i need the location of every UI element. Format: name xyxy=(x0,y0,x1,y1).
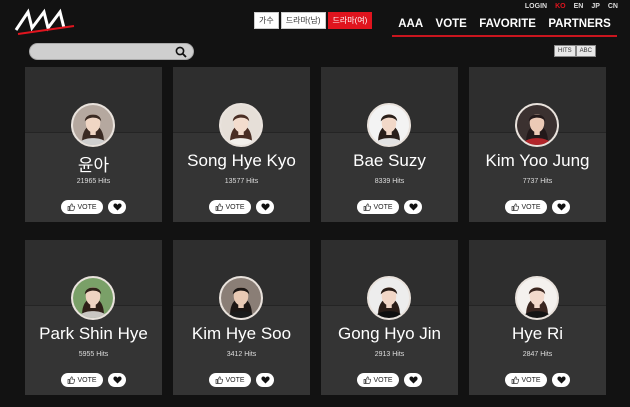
celebrity-name[interactable]: Bae Suzy xyxy=(321,151,458,171)
avatar[interactable] xyxy=(219,103,263,147)
hits-count: 21965 Hits xyxy=(76,178,111,185)
celebrity-name[interactable]: Hye Ri xyxy=(469,324,606,344)
hits-count: 3412 Hits xyxy=(226,351,257,358)
heart-icon xyxy=(556,376,566,384)
vote-button[interactable]: VOTE xyxy=(61,200,103,214)
aaa-logo-icon xyxy=(14,8,75,35)
celebrity-name[interactable]: Gong Hyo Jin xyxy=(321,324,458,344)
nav-aaa[interactable]: AAA xyxy=(398,18,423,30)
thumbs-up-icon xyxy=(68,203,76,211)
sort-abc-button[interactable]: ABC xyxy=(575,45,597,57)
favorite-button[interactable] xyxy=(108,200,126,214)
language-bar: LOGIN KO EN JP CN xyxy=(525,3,618,10)
nav-vote[interactable]: VOTE xyxy=(436,18,467,30)
thumbs-up-icon xyxy=(216,203,224,211)
favorite-button[interactable] xyxy=(552,200,570,214)
main-nav: AAA VOTE FAVORITE PARTNERS xyxy=(392,18,617,37)
category-tabs: 가수 드라마(남) 드라마(여) xyxy=(254,12,373,29)
celebrity-card[interactable]: Hye Ri 2847 Hits VOTE xyxy=(469,240,606,395)
hits-count: 13577 Hits xyxy=(224,178,259,185)
favorite-button[interactable] xyxy=(256,373,274,387)
heart-icon xyxy=(408,376,418,384)
lang-cn[interactable]: CN xyxy=(608,3,618,10)
heart-icon xyxy=(260,376,270,384)
hits-count: 5955 Hits xyxy=(78,351,109,358)
nav-partners[interactable]: PARTNERS xyxy=(548,18,610,30)
vote-button[interactable]: VOTE xyxy=(505,200,547,214)
avatar[interactable] xyxy=(515,103,559,147)
celebrity-card[interactable]: Kim Hye Soo 3412 Hits VOTE xyxy=(173,240,310,395)
celebrity-name[interactable]: Kim Yoo Jung xyxy=(469,151,606,171)
thumbs-up-icon xyxy=(364,376,372,384)
hits-count: 8339 Hits xyxy=(374,178,405,185)
thumbs-up-icon xyxy=(216,376,224,384)
heart-icon xyxy=(112,376,122,384)
avatar[interactable] xyxy=(515,276,559,320)
thumbs-up-icon xyxy=(512,376,520,384)
tab-drama-male[interactable]: 드라마(남) xyxy=(280,12,326,29)
celebrity-card[interactable]: Gong Hyo Jin 2913 Hits VOTE xyxy=(321,240,458,395)
celebrity-name[interactable]: 윤아 xyxy=(25,151,162,176)
heart-icon xyxy=(408,203,418,211)
heart-icon xyxy=(112,203,122,211)
tab-singer[interactable]: 가수 xyxy=(254,12,279,29)
avatar[interactable] xyxy=(367,103,411,147)
celebrity-card[interactable]: Kim Yoo Jung 7737 Hits VOTE xyxy=(469,67,606,222)
hits-count: 2847 Hits xyxy=(522,351,553,358)
vote-button[interactable]: VOTE xyxy=(505,373,547,387)
lang-ko[interactable]: KO xyxy=(555,3,566,10)
favorite-button[interactable] xyxy=(552,373,570,387)
vote-button[interactable]: VOTE xyxy=(357,200,399,214)
search-icon[interactable] xyxy=(175,46,187,58)
sort-hits-button[interactable]: HITS xyxy=(554,45,576,57)
vote-button[interactable]: VOTE xyxy=(357,373,399,387)
celebrity-card[interactable]: Park Shin Hye 5955 Hits VOTE xyxy=(25,240,162,395)
heart-icon xyxy=(556,203,566,211)
heart-icon xyxy=(260,203,270,211)
celebrity-name[interactable]: Kim Hye Soo xyxy=(173,324,310,344)
celebrity-grid: 윤아 21965 Hits VOTE Song Hye Kyo 13577 Hi… xyxy=(25,67,606,395)
celebrity-card[interactable]: Song Hye Kyo 13577 Hits VOTE xyxy=(173,67,310,222)
tab-drama-female[interactable]: 드라마(여) xyxy=(327,12,373,29)
celebrity-name[interactable]: Song Hye Kyo xyxy=(173,151,310,171)
favorite-button[interactable] xyxy=(404,200,422,214)
avatar[interactable] xyxy=(71,276,115,320)
celebrity-name[interactable]: Park Shin Hye xyxy=(25,324,162,344)
thumbs-up-icon xyxy=(512,203,520,211)
hits-count: 2913 Hits xyxy=(374,351,405,358)
hits-count: 7737 Hits xyxy=(522,178,553,185)
vote-button[interactable]: VOTE xyxy=(209,200,251,214)
celebrity-card[interactable]: 윤아 21965 Hits VOTE xyxy=(25,67,162,222)
logo[interactable] xyxy=(14,6,76,38)
favorite-button[interactable] xyxy=(404,373,422,387)
celebrity-card[interactable]: Bae Suzy 8339 Hits VOTE xyxy=(321,67,458,222)
lang-jp[interactable]: JP xyxy=(591,3,600,10)
thumbs-up-icon xyxy=(68,376,76,384)
avatar[interactable] xyxy=(367,276,411,320)
nav-favorite[interactable]: FAVORITE xyxy=(479,18,536,30)
avatar[interactable] xyxy=(71,103,115,147)
vote-button[interactable]: VOTE xyxy=(61,373,103,387)
vote-button[interactable]: VOTE xyxy=(209,373,251,387)
login-link[interactable]: LOGIN xyxy=(525,3,547,10)
avatar[interactable] xyxy=(219,276,263,320)
thumbs-up-icon xyxy=(364,203,372,211)
search-input[interactable] xyxy=(29,43,194,60)
sort-toggle: HITS ABC xyxy=(554,45,597,57)
favorite-button[interactable] xyxy=(108,373,126,387)
lang-en[interactable]: EN xyxy=(574,3,584,10)
favorite-button[interactable] xyxy=(256,200,274,214)
